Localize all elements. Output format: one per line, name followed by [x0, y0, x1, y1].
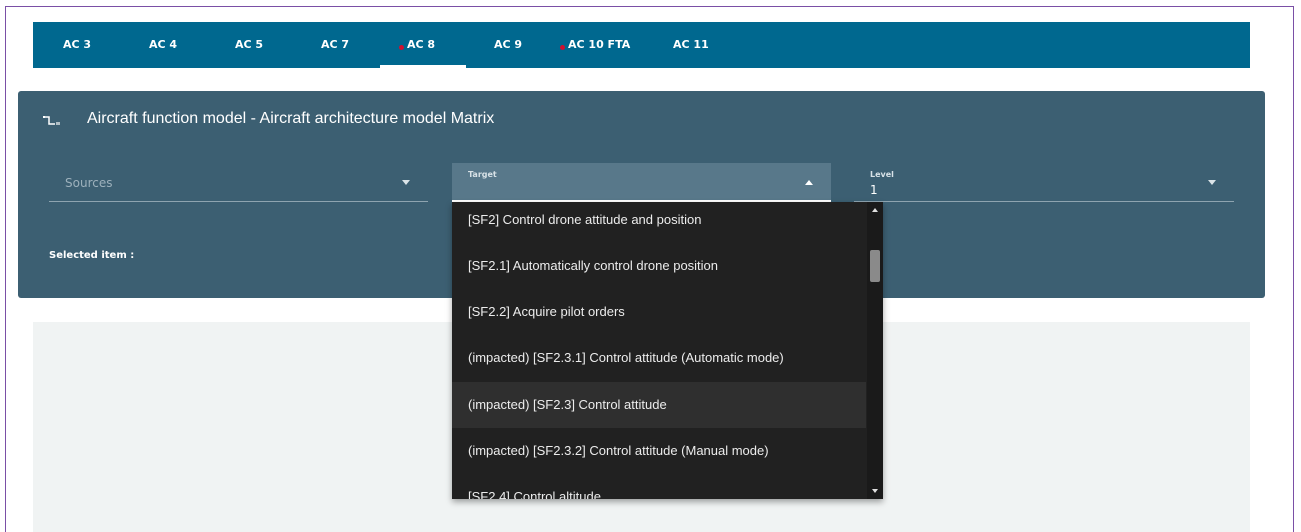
dropdown-scrollbar[interactable] [867, 202, 883, 499]
dropdown-option-hovered[interactable]: (impacted) [SF2.3] Control attitude [452, 382, 866, 428]
target-dropdown-list[interactable]: [SF2] Control drone attitude and positio… [452, 202, 883, 499]
unsaved-marker-icon [560, 45, 565, 50]
tab-ac-3[interactable]: AC 3 [63, 22, 91, 68]
tab-ac-10-fta[interactable]: AC 10 FTA [568, 22, 630, 68]
selected-item-label: Selected item : [49, 250, 135, 261]
tab-ac-5[interactable]: AC 5 [235, 22, 263, 68]
sources-placeholder: Sources [65, 176, 113, 190]
active-tab-indicator [380, 65, 466, 68]
level-value: 1 [870, 183, 878, 197]
tab-ac-9[interactable]: AC 9 [494, 22, 522, 68]
dropdown-option[interactable]: [SF2] Control drone attitude and positio… [452, 202, 866, 243]
dropdown-option[interactable]: [SF2.1] Automatically control drone posi… [452, 243, 866, 289]
tab-bar: AC 3 AC 4 AC 5 AC 7 AC 8 AC 9 AC 10 FTA … [33, 22, 1250, 68]
chevron-up-icon [805, 180, 813, 185]
dropdown-option[interactable]: [SF2.4] Control altitude [452, 474, 866, 499]
tab-ac-11[interactable]: AC 11 [673, 22, 709, 68]
scrollbar-thumb[interactable] [870, 250, 880, 282]
target-select[interactable]: Target [452, 163, 831, 202]
panel-title: Aircraft function model - Aircraft archi… [87, 110, 495, 127]
level-label: Level [870, 170, 894, 179]
dropdown-option[interactable]: (impacted) [SF2.3.2] Control attitude (M… [452, 428, 866, 474]
scroll-down-icon[interactable] [872, 489, 878, 493]
sources-select[interactable]: Sources [49, 163, 428, 202]
dropdown-option[interactable]: [SF2.2] Acquire pilot orders [452, 289, 866, 335]
matrix-icon [42, 113, 64, 127]
dropdown-option[interactable]: (impacted) [SF2.3.1] Control attitude (A… [452, 335, 866, 381]
chevron-down-icon [1208, 180, 1216, 185]
tab-ac-4[interactable]: AC 4 [149, 22, 177, 68]
chevron-down-icon [402, 180, 410, 185]
target-label: Target [468, 170, 497, 179]
tab-ac-8[interactable]: AC 8 [407, 22, 435, 68]
unsaved-marker-icon [399, 45, 404, 50]
level-select[interactable]: Level 1 [854, 163, 1234, 202]
scroll-up-icon[interactable] [872, 208, 878, 212]
tab-ac-7[interactable]: AC 7 [321, 22, 349, 68]
